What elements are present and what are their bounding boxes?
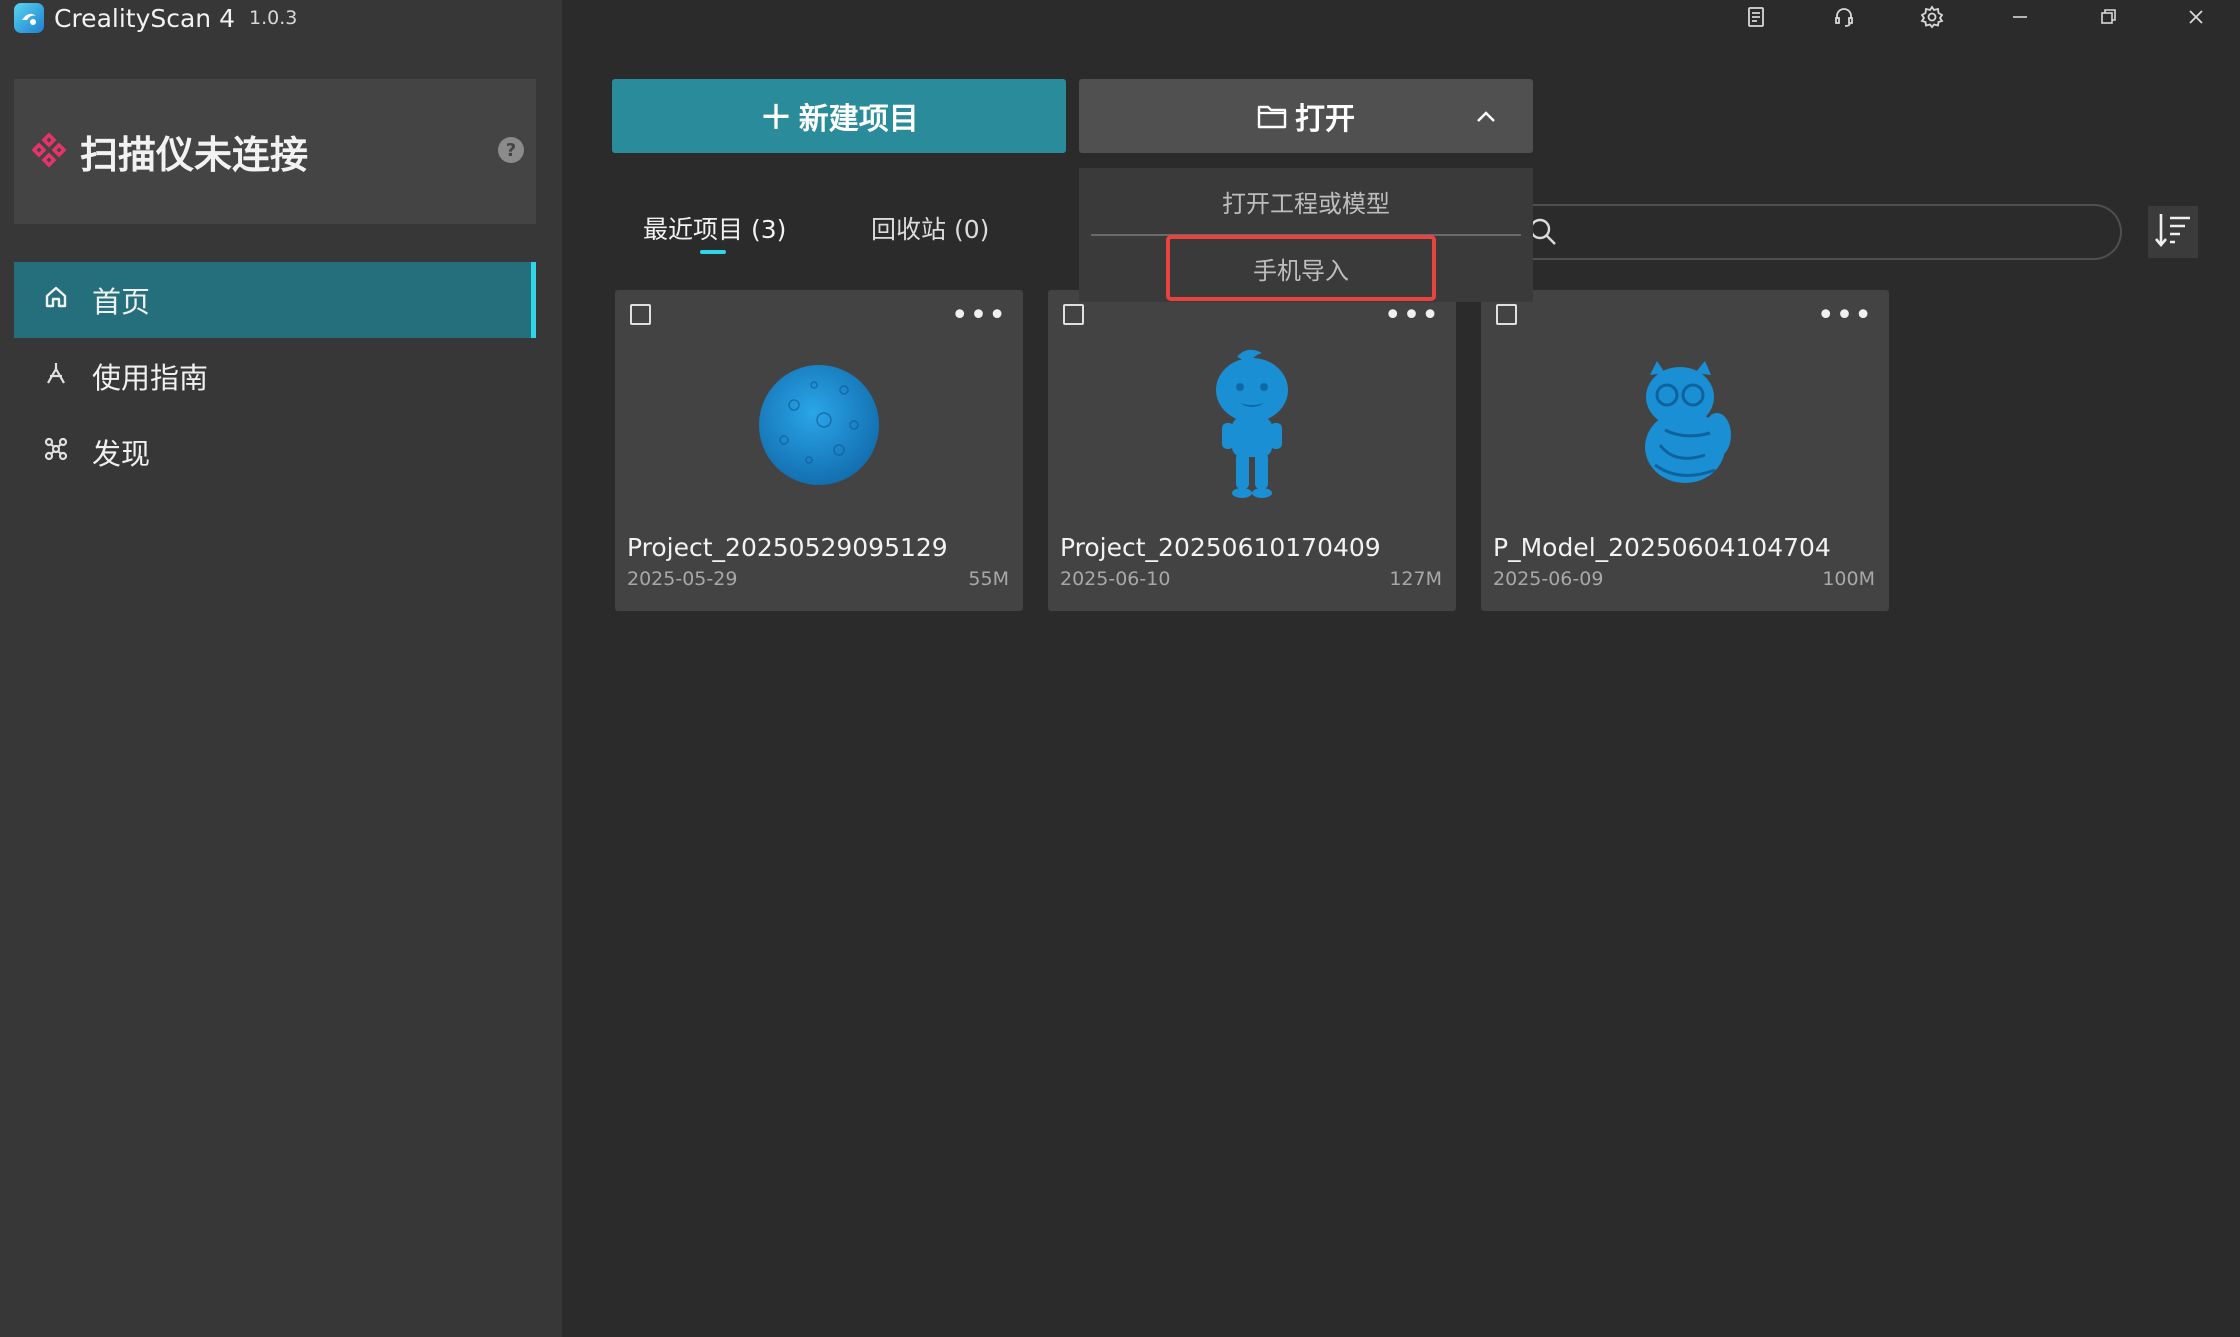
project-name: P_Model_20250604104704 xyxy=(1493,533,1831,562)
open-button[interactable]: 打开 xyxy=(1079,79,1533,153)
app-title-bar: CrealityScan 4 1.0.3 xyxy=(14,0,297,36)
sidebar-item-home[interactable]: 首页 xyxy=(14,262,536,338)
project-select-checkbox[interactable] xyxy=(630,304,651,325)
project-date: 2025-05-29 xyxy=(627,568,738,590)
sort-icon xyxy=(2153,210,2193,254)
project-card[interactable]: ••• P_Model_20250604104704 2025-06-09 10… xyxy=(1481,290,1889,611)
help-icon[interactable]: ? xyxy=(498,137,524,163)
scanner-status-text: 扫描仪未连接 xyxy=(80,133,309,177)
discover-icon xyxy=(42,435,70,470)
plus-icon: + xyxy=(759,93,793,139)
sidebar-item-guide[interactable]: 使用指南 xyxy=(14,338,536,414)
tab-recycle-bin[interactable]: 回收站 (0) xyxy=(871,210,989,246)
sidebar-item-label: 使用指南 xyxy=(92,361,209,395)
guide-icon xyxy=(42,359,70,394)
sort-button[interactable] xyxy=(2148,206,2198,258)
home-icon xyxy=(42,283,70,318)
sidebar-item-discover[interactable]: 发现 xyxy=(14,414,536,490)
more-options-icon[interactable]: ••• xyxy=(1384,298,1440,333)
sidebar-item-label: 发现 xyxy=(92,437,151,471)
scanner-disconnected-icon xyxy=(30,131,68,173)
project-date: 2025-06-09 xyxy=(1493,568,1604,590)
active-tab-indicator xyxy=(700,250,726,254)
project-thumbnail-figurine xyxy=(1048,330,1456,520)
restore-icon[interactable] xyxy=(2064,0,2152,34)
close-icon[interactable] xyxy=(2152,0,2240,34)
new-project-button[interactable]: + 新建项目 xyxy=(612,79,1066,153)
project-size: 55M xyxy=(968,568,1009,590)
minimize-icon[interactable] xyxy=(1976,0,2064,34)
chevron-up-icon[interactable] xyxy=(1473,103,1499,138)
menu-item-phone-import[interactable]: 手机导入 xyxy=(1166,235,1436,301)
project-select-checkbox[interactable] xyxy=(1063,304,1084,325)
window-controls xyxy=(1712,0,2240,34)
scanner-status-card: 扫描仪未连接 ? xyxy=(14,79,536,224)
support-headset-icon[interactable] xyxy=(1800,0,1888,34)
open-dropdown-menu: 打开工程或模型 手机导入 xyxy=(1079,168,1533,302)
search-input[interactable] xyxy=(1500,204,2122,260)
menu-item-open-project-or-model[interactable]: 打开工程或模型 xyxy=(1079,168,1533,234)
project-thumbnail-sphere xyxy=(615,330,1023,520)
open-label: 打开 xyxy=(1295,102,1355,137)
project-name: Project_20250610170409 xyxy=(1060,533,1381,562)
project-size: 127M xyxy=(1389,568,1442,590)
project-size: 100M xyxy=(1822,568,1875,590)
project-thumbnail-owl xyxy=(1481,330,1889,520)
folder-icon xyxy=(1257,103,1287,129)
app-logo-icon xyxy=(14,3,44,33)
project-card[interactable]: ••• Project_20250610170409 2025-06-10 12… xyxy=(1048,290,1456,611)
project-card[interactable]: ••• Project_20250529095129 2025-05-29 55… xyxy=(615,290,1023,611)
sidebar: CrealityScan 4 1.0.3 扫描仪未连接 ? 首页 使用指南 发现 xyxy=(0,0,562,1337)
more-options-icon[interactable]: ••• xyxy=(1817,298,1873,333)
project-name: Project_20250529095129 xyxy=(627,533,948,562)
settings-gear-icon[interactable] xyxy=(1888,0,1976,34)
app-name: CrealityScan 4 xyxy=(54,3,236,33)
tab-recent-projects[interactable]: 最近项目 (3) xyxy=(643,210,786,246)
new-project-label: 新建项目 xyxy=(798,102,919,137)
notes-icon[interactable] xyxy=(1712,0,1800,34)
project-date: 2025-06-10 xyxy=(1060,568,1171,590)
more-options-icon[interactable]: ••• xyxy=(951,298,1007,333)
app-version: 1.0.3 xyxy=(249,7,298,29)
sidebar-item-label: 首页 xyxy=(92,285,151,319)
project-select-checkbox[interactable] xyxy=(1496,304,1517,325)
